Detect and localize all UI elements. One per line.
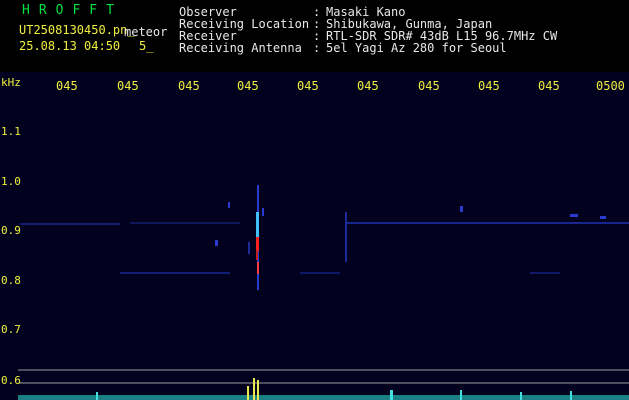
capture-datetime: 25.08.13 04:50 [19,39,121,53]
meteor-echo [215,185,606,290]
count-flag: 5_ [139,39,154,53]
x-tick-label: 045 [117,79,139,93]
y-tick-label: 0.7 [1,323,21,336]
file-name: UT2508130450.pn_ [19,23,135,37]
x-tick-label: 045 [538,79,560,93]
carrier-trace [20,222,629,274]
antenna-separator: : [313,41,321,55]
x-tick-label: 045 [237,79,259,93]
y-tick-label: 0.6 [1,374,21,387]
spectrogram-canvas [18,185,629,400]
antenna-label: Receiving Antenna [179,41,302,55]
y-tick-label: 1.1 [1,125,21,138]
x-tick-label: 0500 [596,79,625,93]
signal-level-trace [18,378,629,400]
y-axis-unit: kHz [1,76,21,89]
reference-lines [18,369,629,384]
antenna-value: 5el Yagi Az 280 for Seoul [326,41,507,55]
x-tick-label: 045 [418,79,440,93]
header-panel: HROFFT UT2508130450.pn_ meteor 25.08.13 … [0,0,629,72]
spectrogram-plot [0,72,629,400]
x-tick-label: 045 [178,79,200,93]
x-tick-label: 045 [56,79,78,93]
y-tick-label: 0.9 [1,224,21,237]
x-tick-label: 045 [297,79,319,93]
detection-tag: meteor [124,25,168,39]
x-tick-label: 045 [478,79,500,93]
x-tick-label: 045 [357,79,379,93]
y-tick-label: 0.8 [1,274,21,287]
app-logo: HROFFT [22,3,123,18]
y-tick-label: 1.0 [1,175,21,188]
